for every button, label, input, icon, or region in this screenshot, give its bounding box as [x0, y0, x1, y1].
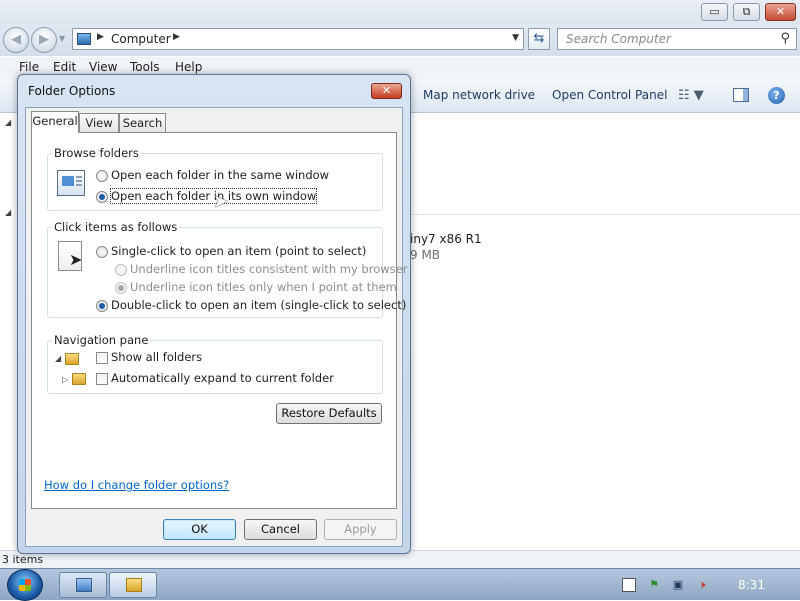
tab-general[interactable]: General	[31, 111, 79, 133]
explorer-titlebar: ▭ ⧉ ✕	[0, 0, 800, 24]
view-options-icon: ☷ ▼	[678, 88, 704, 103]
pointer-cursor-icon: ➤	[69, 250, 83, 269]
single-click-radio[interactable]	[96, 246, 108, 258]
preview-pane-icon[interactable]	[733, 88, 749, 102]
dialog-close-button[interactable]: ✕	[371, 83, 402, 99]
auto-expand-checkbox[interactable]	[96, 373, 108, 385]
breadcrumb-computer[interactable]: Computer	[111, 32, 171, 46]
volume-muted-icon[interactable]: 🕨	[695, 578, 709, 592]
item-count: 3 items	[2, 553, 44, 566]
search-input[interactable]: Search Computer ⚲	[557, 28, 797, 50]
navigation-pane-title: Navigation pane	[52, 333, 151, 347]
maximize-button[interactable]: ⧉	[733, 3, 760, 21]
folder-icon	[65, 353, 79, 365]
address-bar[interactable]: ▶ Computer ▶ ▼	[72, 28, 524, 50]
tray-flag-icon[interactable]: ⚑	[647, 578, 661, 592]
back-arrow-icon: ◀	[11, 32, 21, 47]
breadcrumb-arrow-icon[interactable]: ▶	[173, 32, 180, 42]
click-items-icon: ➤	[58, 241, 82, 271]
underline-point-label[interactable]: Underline icon titles only when I point …	[130, 280, 397, 294]
folder-icon	[72, 373, 86, 385]
underline-browser-radio[interactable]	[115, 264, 127, 276]
tab-view[interactable]: View	[79, 113, 119, 133]
dialog-body: General View Search Browse folders Open …	[25, 107, 407, 547]
computer-icon	[77, 33, 91, 45]
browse-folders-icon	[57, 170, 85, 196]
tree-expanded-icon: ◢	[55, 354, 62, 363]
drive-size: 9 MB	[410, 248, 441, 262]
map-network-drive-button[interactable]: Map network drive	[423, 88, 535, 102]
taskbar-button-explorer[interactable]	[109, 572, 157, 598]
control-panel-icon	[76, 578, 92, 592]
breadcrumb-arrow-icon[interactable]: ▶	[97, 32, 104, 42]
underline-point-radio[interactable]	[115, 282, 127, 294]
group-collapse-icon[interactable]: ◢	[5, 208, 11, 217]
open-control-panel-button[interactable]: Open Control Panel	[552, 88, 667, 102]
network-icon[interactable]: ▣	[671, 578, 685, 592]
double-click-label[interactable]: Double-click to open an item (single-cli…	[111, 298, 406, 312]
show-all-folders-label[interactable]: Show all folders	[111, 350, 202, 364]
back-button[interactable]: ◀	[3, 27, 29, 53]
forward-arrow-icon: ▶	[39, 32, 49, 47]
browse-folders-title: Browse folders	[52, 146, 141, 160]
menu-edit[interactable]: Edit	[53, 60, 76, 74]
change-view-button[interactable]: ☷ ▼	[678, 88, 704, 103]
address-dropdown-icon[interactable]: ▼	[512, 33, 519, 43]
refresh-icon: ⇆	[533, 31, 545, 46]
show-all-folders-checkbox[interactable]	[96, 352, 108, 364]
group-divider	[410, 214, 800, 215]
taskbar: ⚑ ▣ 🕨 8:31	[0, 568, 800, 601]
same-window-label[interactable]: Open each folder in the same window	[111, 168, 329, 182]
general-tab-page: Browse folders Open each folder in the s…	[31, 132, 407, 509]
single-click-label[interactable]: Single-click to open an item (point to s…	[111, 244, 366, 258]
mouse-cursor-icon: ➤	[213, 191, 229, 212]
close-button[interactable]: ✕	[765, 3, 796, 21]
taskbar-button-control-panel[interactable]	[59, 572, 107, 598]
search-placeholder: Search Computer	[566, 32, 671, 46]
explorer-folder-icon	[126, 578, 142, 592]
menu-help[interactable]: Help	[175, 60, 202, 74]
group-collapse-icon[interactable]: ◢	[5, 118, 11, 127]
same-window-radio[interactable]	[96, 170, 108, 182]
cancel-button[interactable]: Cancel	[244, 519, 317, 540]
menu-tools[interactable]: Tools	[130, 60, 160, 74]
double-click-radio[interactable]	[96, 300, 108, 312]
forward-button[interactable]: ▶	[31, 27, 57, 53]
tray-document-icon[interactable]	[622, 578, 636, 592]
address-row: ◀ ▶ ▼ ▶ Computer ▶ ▼ ⇆ Search Computer ⚲	[0, 24, 800, 56]
minimize-button[interactable]: ▭	[701, 3, 728, 21]
start-button[interactable]	[7, 569, 43, 601]
dialog-title: Folder Options	[28, 84, 116, 98]
refresh-button[interactable]: ⇆	[528, 28, 550, 50]
help-icon[interactable]: ?	[768, 87, 785, 104]
apply-button[interactable]: Apply	[324, 519, 397, 540]
own-window-radio[interactable]	[96, 191, 108, 203]
help-link[interactable]: How do I change folder options?	[44, 478, 229, 492]
ok-button[interactable]: OK	[163, 519, 236, 540]
click-items-title: Click items as follows	[52, 220, 180, 234]
underline-browser-label[interactable]: Underline icon titles consistent with my…	[130, 262, 407, 276]
menu-view[interactable]: View	[89, 60, 117, 74]
folder-options-dialog: Folder Options ✕ General View Search Bro…	[17, 74, 411, 554]
tab-search[interactable]: Search	[119, 113, 166, 133]
windows-logo-icon	[19, 579, 31, 591]
menu-file[interactable]: File	[19, 60, 39, 74]
navigation-pane-group	[47, 340, 383, 394]
drive-name[interactable]: iny7 x86 R1	[410, 232, 482, 246]
taskbar-clock[interactable]: 8:31	[738, 578, 765, 592]
auto-expand-label[interactable]: Automatically expand to current folder	[111, 371, 334, 385]
search-icon[interactable]: ⚲	[780, 31, 790, 46]
restore-defaults-button[interactable]: Restore Defaults	[276, 403, 382, 424]
recent-pages-dropdown-icon[interactable]: ▼	[59, 34, 65, 43]
tree-collapsed-icon: ▷	[62, 375, 69, 384]
